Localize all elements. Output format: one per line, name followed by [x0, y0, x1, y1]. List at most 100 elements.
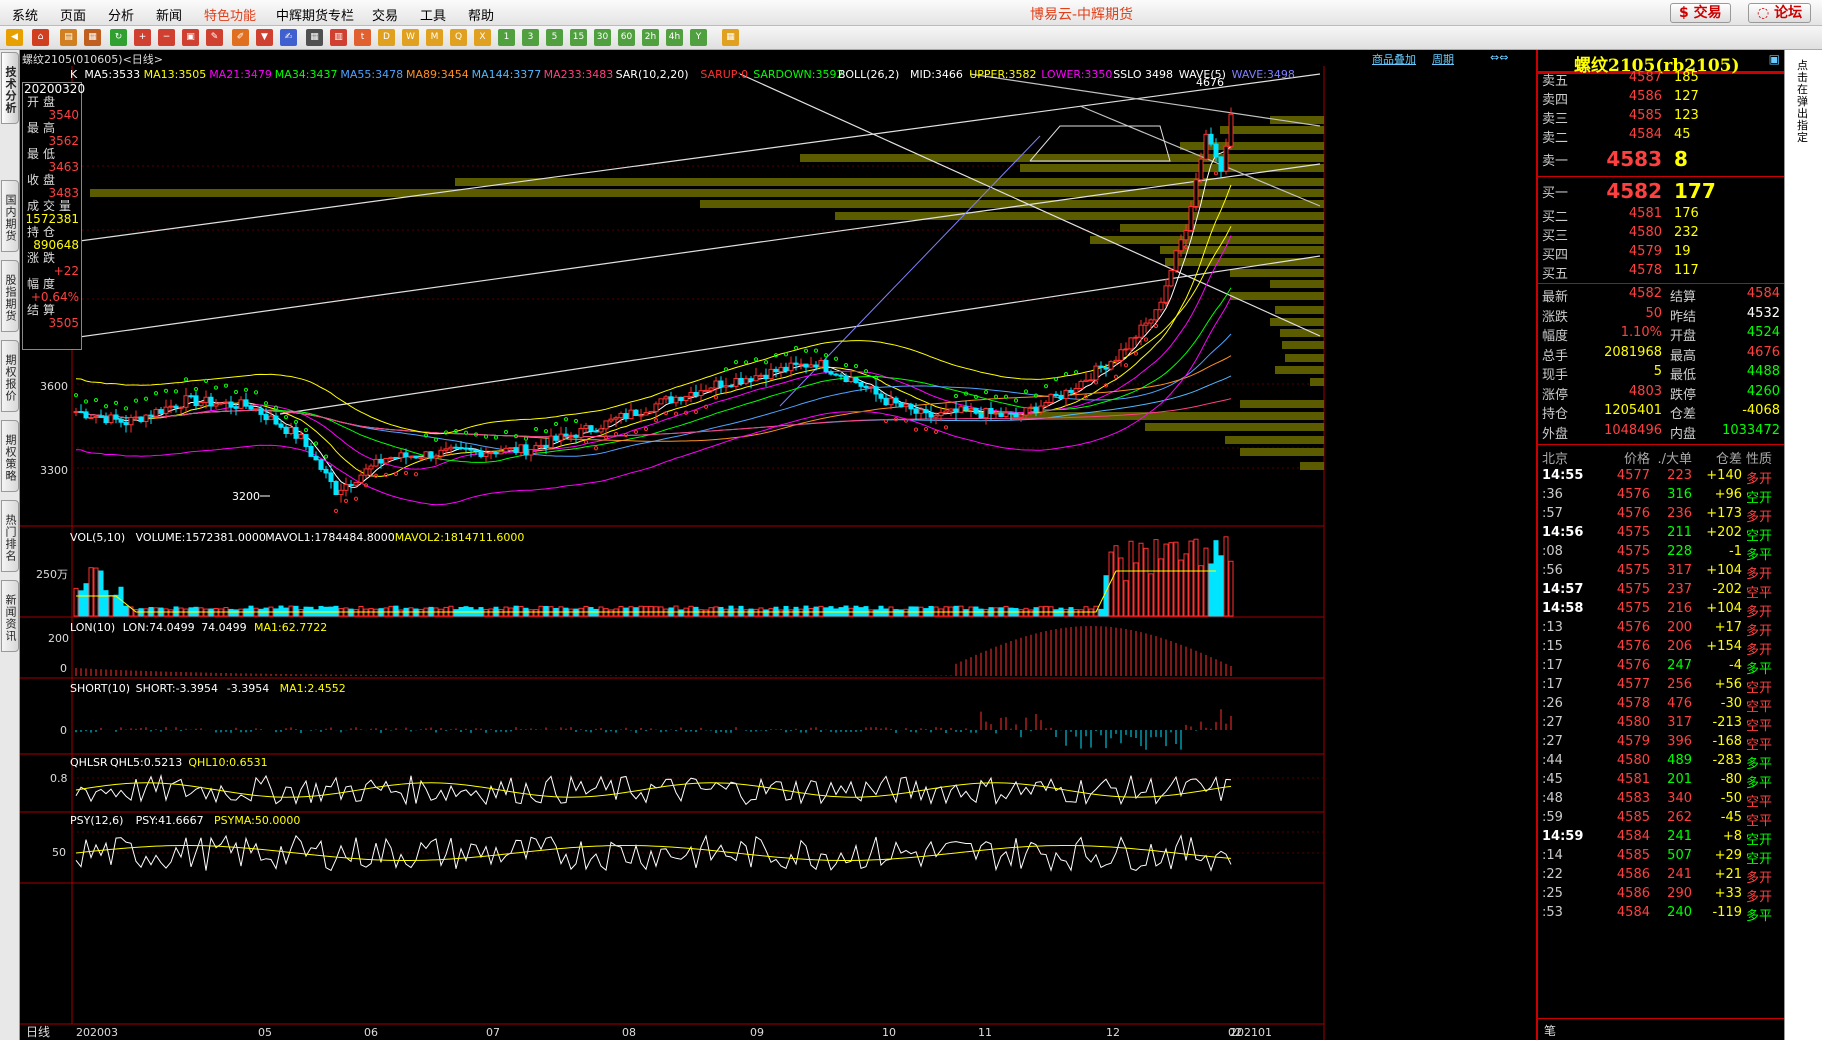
menu-system[interactable]: 系统: [12, 5, 38, 24]
menu-help[interactable]: 帮助: [468, 5, 494, 24]
candle-body: [288, 427, 294, 434]
candle-body: [298, 434, 304, 439]
home-icon[interactable]: ⌂: [32, 29, 49, 46]
draw-icon[interactable]: ✍: [280, 29, 297, 46]
candle-body: [928, 412, 934, 418]
zoom-out-icon[interactable]: −: [158, 29, 175, 46]
ask-level-row[interactable]: 卖二 4584 45: [1542, 127, 1782, 147]
layout-icon[interactable]: ▦: [84, 29, 101, 46]
ask-level-row[interactable]: 卖四 4586 127: [1542, 89, 1782, 109]
bid-level-row[interactable]: 买二 4581 176: [1542, 206, 1782, 226]
candle-body: [318, 459, 324, 470]
volume-bar: [483, 608, 489, 617]
trade-time: :25: [1542, 886, 1563, 901]
bid-label: 买四: [1542, 248, 1569, 263]
menu-zhonghui-column[interactable]: 中辉期货专栏: [276, 5, 354, 24]
period-30-button[interactable]: 30: [594, 29, 611, 46]
restore-window-icon[interactable]: ▣: [1769, 52, 1780, 66]
bid-level-row[interactable]: 买一 4582 177: [1542, 179, 1782, 203]
bid-level-row[interactable]: 买五 4578 117: [1542, 263, 1782, 283]
window-layout-icon[interactable]: ⇔⇔: [1490, 51, 1508, 64]
trade-price: 4579: [1616, 734, 1650, 749]
period-4h-button[interactable]: 4h: [666, 29, 683, 46]
period-year-button[interactable]: Y: [690, 29, 707, 46]
ask-level-row[interactable]: 卖一 4583 8: [1542, 147, 1782, 171]
period-1-button[interactable]: 1: [498, 29, 515, 46]
grid-icon[interactable]: ▦: [306, 29, 323, 46]
pen-icon[interactable]: ✎: [206, 29, 223, 46]
trade-button[interactable]: $ 交易: [1670, 3, 1731, 23]
calculator-icon[interactable]: ▦: [722, 29, 739, 46]
filter-icon[interactable]: ▼: [256, 29, 273, 46]
refresh-icon[interactable]: ↻: [110, 29, 127, 46]
window-icon[interactable]: ▣: [182, 29, 199, 46]
tick-icon[interactable]: t: [354, 29, 371, 46]
ask-label: 卖二: [1542, 131, 1569, 146]
candle-body: [1048, 393, 1054, 404]
back-arrow-icon[interactable]: ◀: [6, 29, 23, 46]
menu-trade[interactable]: 交易: [372, 5, 398, 24]
tab-option-strategies[interactable]: 期权策略: [1, 420, 19, 492]
ask-level-row[interactable]: 卖三 4585 123: [1542, 108, 1782, 128]
candle-body: [388, 456, 394, 459]
main-indicator-label: MA5:3533: [84, 68, 140, 81]
bid-level-row[interactable]: 买四 4579 19: [1542, 244, 1782, 264]
day-icon[interactable]: D: [378, 29, 395, 46]
kline-chart-svg[interactable]: 32004676K MA5:3533 MA13:3505 MA21:3479 MA34:…: [20, 66, 1536, 1040]
period-2h-button[interactable]: 2h: [642, 29, 659, 46]
menu-news[interactable]: 新闻: [156, 5, 182, 24]
year-icon[interactable]: X: [474, 29, 491, 46]
bid-level-row[interactable]: 买三 4580 232: [1542, 225, 1782, 245]
tab-option-quotes[interactable]: 期权报价: [1, 340, 19, 412]
tab-domestic-futures[interactable]: 国内期货: [1, 180, 19, 252]
candle-body: [1193, 179, 1199, 207]
candle-body: [1163, 285, 1169, 303]
period-link[interactable]: 周期: [1432, 51, 1454, 67]
tab-news[interactable]: 新闻资讯: [1, 580, 19, 652]
menu-features[interactable]: 特色功能: [204, 5, 256, 24]
ask-price: 4585: [1628, 108, 1662, 123]
price-axis-label: 3300: [40, 464, 68, 477]
brush-icon[interactable]: ✐: [232, 29, 249, 46]
sar-dot: [1113, 374, 1119, 379]
ask-level-row[interactable]: 卖五 4587 185: [1542, 70, 1782, 90]
menu-tools[interactable]: 工具: [420, 5, 446, 24]
candle-body: [518, 444, 524, 454]
week-icon[interactable]: W: [402, 29, 419, 46]
sar-dot: [633, 429, 639, 434]
folder-icon[interactable]: ▤: [60, 29, 77, 46]
tab-index-futures[interactable]: 股指期货: [1, 260, 19, 332]
month-icon[interactable]: M: [426, 29, 443, 46]
volume-bar: [168, 609, 174, 617]
tab-technical-analysis[interactable]: 技术分析: [1, 52, 19, 124]
quote-row: 最新 4582 结算 4584: [1542, 286, 1782, 305]
tab-hot-ranking[interactable]: 热门排名: [1, 500, 19, 572]
period-5-button[interactable]: 5: [546, 29, 563, 46]
ask-label: 卖三: [1542, 112, 1569, 127]
forum-button[interactable]: ◌ 论坛: [1748, 3, 1812, 23]
volume-bar: [228, 608, 234, 617]
zoom-in-icon[interactable]: +: [134, 29, 151, 46]
menu-page[interactable]: 页面: [60, 5, 86, 24]
kline-chart-area[interactable]: 3200 4676 K MA5:3533 MA13:3505 MA21:3479 MA34:…: [20, 66, 1536, 1040]
period-60-button[interactable]: 60: [618, 29, 635, 46]
volume-bar: [1113, 545, 1119, 617]
candle-body: [83, 411, 89, 419]
main-indicator-label: SARDOWN:3592: [753, 68, 843, 81]
period-3-button[interactable]: 3: [522, 29, 539, 46]
period-15-button[interactable]: 15: [570, 29, 587, 46]
side-popup-strip[interactable]: 点击在弹出指定: [1784, 50, 1822, 1040]
main-indicator-label: MA21:3479: [209, 68, 272, 81]
chart-header: 螺纹2105(010605)<日线> 商品叠加 周期 ⇔⇔: [20, 50, 1536, 66]
tab-ticks[interactable]: 笔: [1544, 1022, 1556, 1039]
quarter-icon[interactable]: Q: [450, 29, 467, 46]
overlay-commodity-link[interactable]: 商品叠加: [1372, 51, 1416, 67]
volume-profile-bar: [1282, 341, 1324, 349]
candle-body: [988, 407, 994, 415]
trade-price: 4575: [1616, 563, 1650, 578]
trade-volume: 256: [1667, 677, 1692, 692]
candlestick-icon[interactable]: ▥: [330, 29, 347, 46]
menu-analysis[interactable]: 分析: [108, 5, 134, 24]
quote-label: 幅度: [1542, 329, 1569, 344]
info-value: 3505: [48, 316, 79, 330]
